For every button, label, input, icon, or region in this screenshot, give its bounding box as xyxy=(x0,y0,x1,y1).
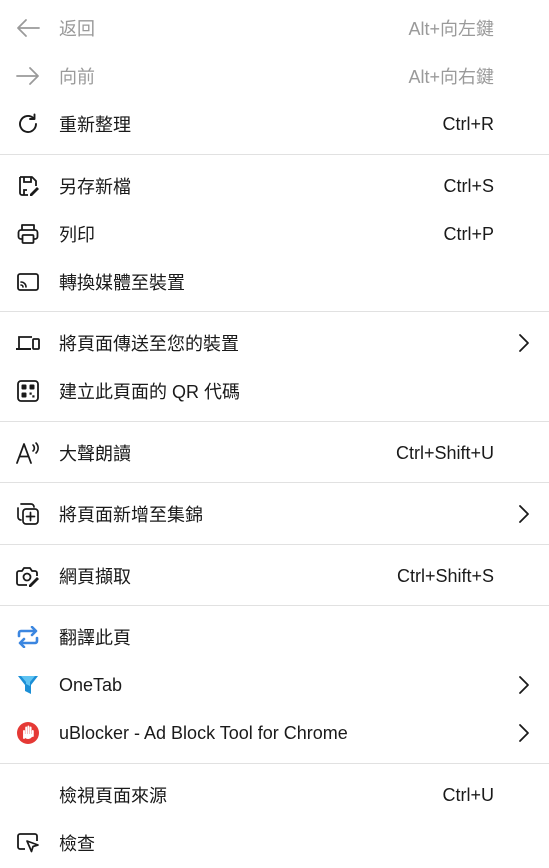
menu-separator xyxy=(0,605,549,606)
menu-item-send-to-devices[interactable]: 將頁面傳送至您的裝置 xyxy=(0,319,549,367)
menu-item-label: 將頁面傳送至您的裝置 xyxy=(59,334,239,354)
menu-separator xyxy=(0,763,549,764)
shortcut-text: Ctrl+Shift+U xyxy=(395,442,494,463)
arrow-left-icon xyxy=(14,16,42,40)
shortcut-text: Alt+向右鍵 xyxy=(408,67,494,87)
menu-item-label: 重新整理 xyxy=(59,115,131,135)
menu-item-label: 檢查 xyxy=(59,834,95,854)
menu-separator xyxy=(0,544,549,545)
refresh-icon xyxy=(14,112,42,136)
onetab-funnel-icon xyxy=(14,673,42,697)
menu-item-translate[interactable]: 翻譯此頁 xyxy=(0,613,549,661)
menu-item-label: 列印 xyxy=(59,225,95,245)
shortcut-text: Alt+向左鍵 xyxy=(408,19,494,39)
chevron-right-icon xyxy=(517,504,531,524)
menu-item-back[interactable]: 返回 Alt+向左鍵 xyxy=(0,4,549,52)
arrow-right-icon xyxy=(14,64,42,88)
menu-item-label: 建立此頁面的 QR 代碼 xyxy=(59,382,241,402)
collections-add-icon xyxy=(14,502,42,526)
menu-item-label: OneTab xyxy=(59,674,123,695)
menu-item-label: 另存新檔 xyxy=(59,177,131,197)
menu-item-qr-code[interactable]: 建立此頁面的 QR 代碼 xyxy=(0,367,549,415)
cast-icon xyxy=(14,270,42,294)
context-menu: 返回 Alt+向左鍵 向前 Alt+向右鍵 重新整理 Ctrl+R 另存新檔 C… xyxy=(0,0,549,868)
qr-code-icon xyxy=(14,379,42,403)
ublocker-hand-icon xyxy=(14,721,42,745)
devices-icon xyxy=(14,331,42,355)
menu-item-forward[interactable]: 向前 Alt+向右鍵 xyxy=(0,52,549,100)
menu-item-onetab[interactable]: OneTab xyxy=(0,661,549,709)
menu-item-label: 轉換媒體至裝置 xyxy=(59,273,185,293)
menu-item-label: 翻譯此頁 xyxy=(59,628,131,648)
menu-item-save-as[interactable]: 另存新檔 Ctrl+S xyxy=(0,162,549,210)
menu-item-label: 向前 xyxy=(59,67,95,87)
shortcut-text: Ctrl+Shift+S xyxy=(396,565,494,586)
printer-icon xyxy=(14,222,42,246)
inspect-icon xyxy=(14,831,42,855)
chevron-right-icon xyxy=(517,675,531,695)
menu-item-add-to-collections[interactable]: 將頁面新增至集錦 xyxy=(0,490,549,538)
menu-item-refresh[interactable]: 重新整理 Ctrl+R xyxy=(0,100,549,148)
menu-item-ublocker[interactable]: uBlocker - Ad Block Tool for Chrome xyxy=(0,709,549,757)
menu-item-print[interactable]: 列印 Ctrl+P xyxy=(0,210,549,258)
read-aloud-icon xyxy=(14,441,42,465)
menu-item-label: 網頁擷取 xyxy=(59,567,131,587)
menu-separator xyxy=(0,154,549,155)
web-capture-icon xyxy=(14,564,42,588)
menu-item-view-source[interactable]: 檢視頁面來源 Ctrl+U xyxy=(0,771,549,819)
shortcut-text: Ctrl+R xyxy=(442,113,494,134)
shortcut-text: Ctrl+U xyxy=(442,784,494,805)
menu-item-read-aloud[interactable]: 大聲朗讀 Ctrl+Shift+U xyxy=(0,429,549,477)
save-as-icon xyxy=(14,174,42,198)
translate-icon xyxy=(14,625,42,649)
menu-item-label: 將頁面新增至集錦 xyxy=(59,505,203,525)
shortcut-text: Ctrl+P xyxy=(443,223,494,244)
menu-item-label: 檢視頁面來源 xyxy=(59,786,167,806)
menu-item-label: 返回 xyxy=(59,19,95,39)
menu-item-cast[interactable]: 轉換媒體至裝置 xyxy=(0,258,549,306)
menu-item-inspect[interactable]: 檢查 xyxy=(0,819,549,867)
menu-separator xyxy=(0,311,549,312)
chevron-right-icon xyxy=(517,333,531,353)
chevron-right-icon xyxy=(517,723,531,743)
menu-separator xyxy=(0,421,549,422)
menu-item-label: uBlocker - Ad Block Tool for Chrome xyxy=(59,722,348,743)
shortcut-text: Ctrl+S xyxy=(443,175,494,196)
menu-item-label: 大聲朗讀 xyxy=(59,444,131,464)
menu-separator xyxy=(0,482,549,483)
menu-item-web-capture[interactable]: 網頁擷取 Ctrl+Shift+S xyxy=(0,552,549,600)
